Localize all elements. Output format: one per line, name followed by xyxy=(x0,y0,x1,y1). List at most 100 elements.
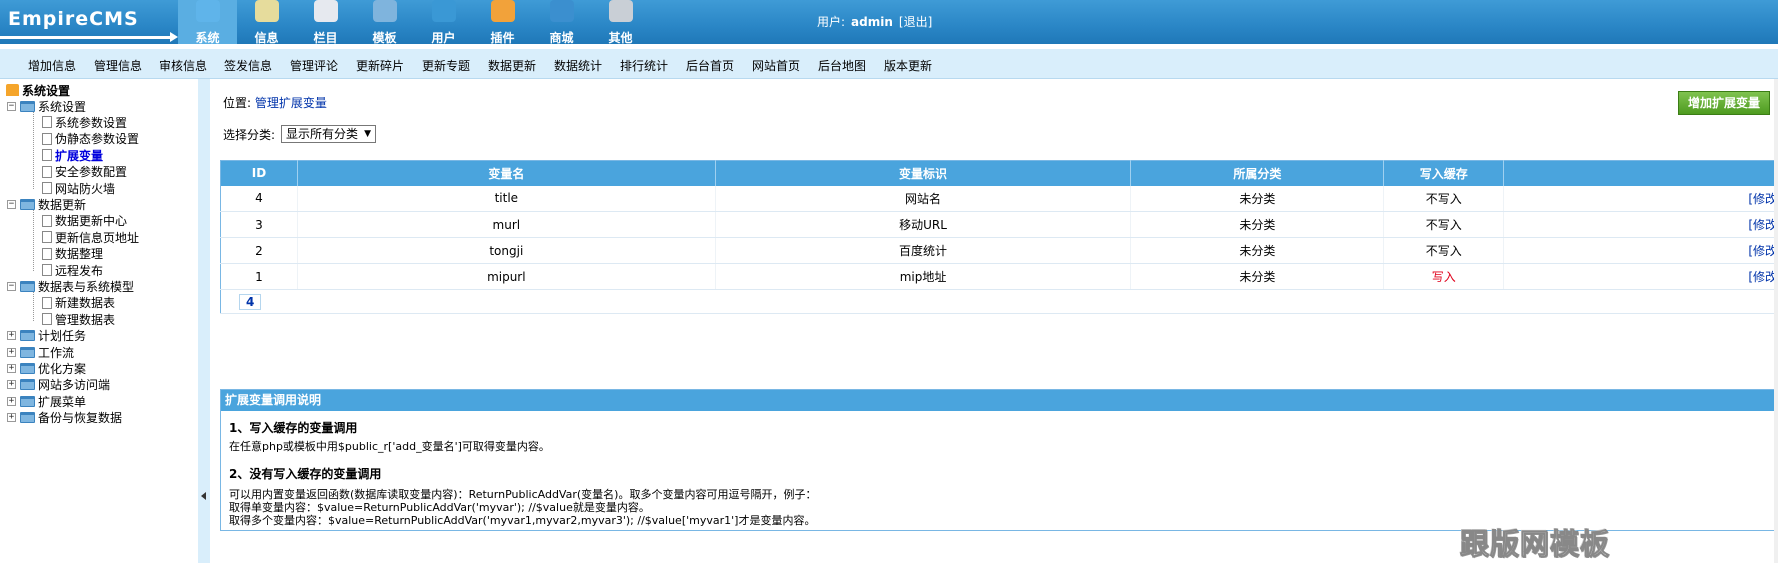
tree-group-label: 备份与恢复数据 xyxy=(38,411,123,426)
category-select[interactable]: 显示所有分类 ▼ xyxy=(281,125,376,143)
tree-group[interactable]: − 数据表与系统模型 xyxy=(7,278,134,294)
topnav-item[interactable]: 信息 xyxy=(237,0,296,45)
expand-icon[interactable]: + xyxy=(7,347,16,357)
topnav-item[interactable]: 模板 xyxy=(355,0,414,45)
page-icon xyxy=(42,247,52,260)
page-number[interactable]: 4 xyxy=(239,293,262,310)
expand-icon[interactable]: + xyxy=(7,363,16,373)
breadcrumb: 位置: 管理扩展变量 xyxy=(223,94,327,111)
tree-leaf[interactable]: 更新信息页地址 xyxy=(42,229,139,245)
tree-group-label: 计划任务 xyxy=(38,329,87,344)
menu-item[interactable]: 更新碎片 xyxy=(356,57,404,74)
topnav-item[interactable]: 用户 xyxy=(414,0,473,45)
page-icon xyxy=(42,165,52,178)
tree-group[interactable]: + 网站多访问端 xyxy=(7,377,110,393)
tree-leaf[interactable]: 扩展变量 xyxy=(42,147,103,163)
tree-root[interactable]: 系统设置 xyxy=(6,82,70,98)
logo-underline xyxy=(0,32,178,42)
tree-group[interactable]: + 计划任务 xyxy=(7,328,86,344)
cell-op: [修改 xyxy=(1503,185,1778,212)
expand-icon[interactable]: + xyxy=(7,380,16,390)
expand-icon[interactable]: + xyxy=(7,396,16,406)
tree-leaf-label: 新建数据表 xyxy=(55,296,116,311)
collapse-icon[interactable]: − xyxy=(7,199,16,209)
tree-leaf-label: 更新信息页地址 xyxy=(55,230,140,245)
edit-link[interactable]: [修改 xyxy=(1748,218,1777,232)
menu-item[interactable]: 管理评论 xyxy=(290,57,338,74)
tree-leaf[interactable]: 伪静态参数设置 xyxy=(42,131,139,147)
topnav-label: 栏目 xyxy=(313,31,338,45)
help-title: 扩展变量调用说明 xyxy=(221,390,1778,411)
tree-leaf[interactable]: 安全参数配置 xyxy=(42,164,127,180)
edit-link[interactable]: [修改 xyxy=(1748,244,1777,258)
tree-leaf-label: 管理数据表 xyxy=(55,312,116,327)
cell-name: murl xyxy=(297,211,716,238)
tree-group[interactable]: + 备份与恢复数据 xyxy=(7,410,122,426)
edit-link[interactable]: [修改 xyxy=(1748,270,1777,284)
tree-group-label: 工作流 xyxy=(38,345,75,360)
table-row: 3 murl 移动URL 未分类 不写入 [修改 xyxy=(220,211,1778,238)
tree-leaf-label: 系统参数设置 xyxy=(55,115,128,130)
menu-item[interactable]: 版本更新 xyxy=(884,57,932,74)
topnav-item[interactable]: 插件 xyxy=(473,0,532,45)
menu-item[interactable]: 更新专题 xyxy=(422,57,470,74)
tree-leaf[interactable]: 管理数据表 xyxy=(42,311,115,327)
tree-leaf[interactable]: 网站防火墙 xyxy=(42,180,115,196)
breadcrumb-link[interactable]: 管理扩展变量 xyxy=(255,96,327,110)
notepad-icon xyxy=(255,0,279,22)
tree-leaf-label: 远程发布 xyxy=(55,263,104,278)
page-icon xyxy=(42,264,52,276)
tree-group-label: 扩展菜单 xyxy=(38,394,87,409)
topnav-item[interactable]: 其他 xyxy=(591,0,650,45)
quick-menu-bar: 增加信息 管理信息 审核信息 签发信息 管理评论 更新碎片 更新专题 数据更新 数据统计 排行统计… xyxy=(0,49,1778,79)
tree-leaf[interactable]: 系统参数设置 xyxy=(42,114,127,130)
page-icon xyxy=(42,116,52,129)
menu-item[interactable]: 排行统计 xyxy=(620,57,668,74)
menu-item[interactable]: 签发信息 xyxy=(224,57,272,74)
tree-leaf[interactable]: 远程发布 xyxy=(42,262,103,278)
logout-link[interactable]: [退出] xyxy=(899,15,932,29)
folder-icon xyxy=(20,346,35,358)
topnav-item[interactable]: 系统 xyxy=(178,0,237,45)
folder-icon xyxy=(20,100,35,112)
help-heading-1: 1、写入缓存的变量调用 xyxy=(229,421,358,435)
topnav-item[interactable]: 栏目 xyxy=(296,0,355,45)
menu-item[interactable]: 后台首页 xyxy=(686,57,734,74)
user-label: 用户: xyxy=(817,15,846,29)
cell-category: 未分类 xyxy=(1130,237,1385,264)
tree-leaf[interactable]: 数据整理 xyxy=(42,246,103,262)
menu-item[interactable]: 网站首页 xyxy=(752,57,800,74)
collapse-icon[interactable]: − xyxy=(7,281,16,291)
menu-item[interactable]: 增加信息 xyxy=(28,57,76,74)
tree-leaf[interactable]: 数据更新中心 xyxy=(42,213,127,229)
tree-group[interactable]: − 系统设置 xyxy=(7,98,86,114)
cell-name: mipurl xyxy=(297,263,716,290)
top-bar: EmpireCMS 系统 信息 栏目 模板 用户 插件 商城 其他 用户: admin [退出] xyxy=(0,0,1778,45)
cell-id: 2 xyxy=(220,237,298,264)
cell-label: 网站名 xyxy=(715,185,1132,212)
topnav-item[interactable]: 商城 xyxy=(532,0,591,45)
expand-icon[interactable]: + xyxy=(7,413,16,423)
collapse-arrow-icon[interactable] xyxy=(201,492,206,500)
menu-item[interactable]: 后台地图 xyxy=(818,57,866,74)
tree-leaf[interactable]: 新建数据表 xyxy=(42,295,115,311)
collapse-icon[interactable]: − xyxy=(7,101,16,111)
page-icon xyxy=(42,313,52,326)
column-header: 写入缓存 xyxy=(1383,160,1505,186)
add-variable-button[interactable]: 增加扩展变量 xyxy=(1678,91,1770,115)
expand-icon[interactable]: + xyxy=(7,331,16,341)
menu-item[interactable]: 管理信息 xyxy=(94,57,142,74)
tree-root-label: 系统设置 xyxy=(22,83,71,98)
folder-icon xyxy=(20,280,35,292)
menu-item[interactable]: 审核信息 xyxy=(159,57,207,74)
scrollbar-edge[interactable] xyxy=(1774,79,1778,563)
tree-group[interactable]: − 数据更新 xyxy=(7,196,86,212)
menu-item[interactable]: 数据统计 xyxy=(554,57,602,74)
tree-group[interactable]: + 工作流 xyxy=(7,344,74,360)
menu-item[interactable]: 数据更新 xyxy=(488,57,536,74)
tree-group[interactable]: + 扩展菜单 xyxy=(7,393,86,409)
edit-link[interactable]: [修改 xyxy=(1748,192,1777,206)
sidebar-splitter[interactable] xyxy=(198,79,210,563)
tree-group[interactable]: + 优化方案 xyxy=(7,360,86,376)
logo-text: EmpireCMS xyxy=(8,8,139,30)
